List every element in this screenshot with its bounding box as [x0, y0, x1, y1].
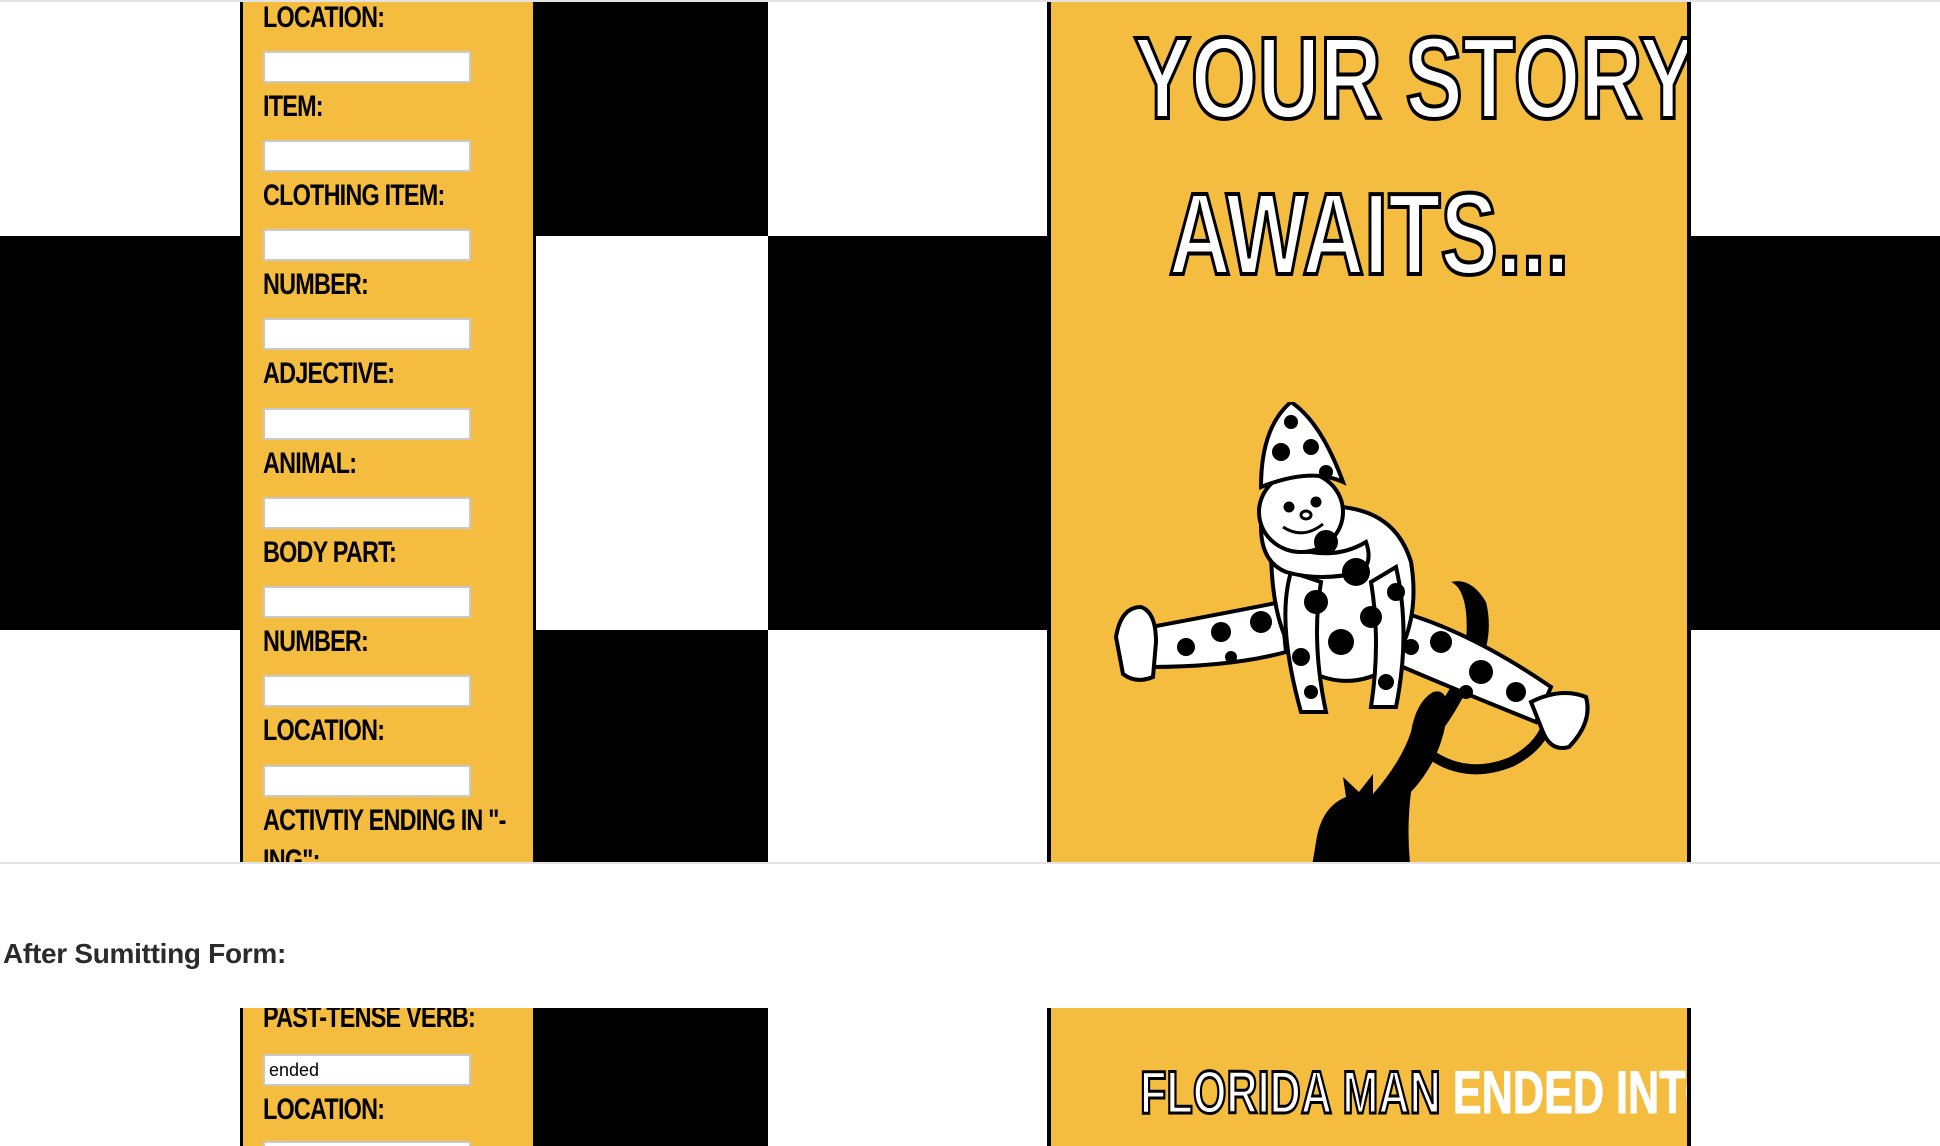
story-fixed-start: Florida Man	[1139, 1058, 1442, 1128]
checker-block	[536, 630, 768, 862]
field-label-adjective: Adjective:	[263, 357, 395, 390]
field-label-location: Location:	[263, 1093, 385, 1126]
checker-block	[768, 236, 1047, 630]
checker-block	[536, 2, 768, 236]
after-submit-screenshot: Past-Tense Verb: Location: Florida Man e…	[0, 1008, 1940, 1146]
field-label-body-part: Body Part:	[263, 536, 397, 569]
adjective-input[interactable]	[263, 408, 471, 440]
location-input[interactable]	[263, 51, 471, 83]
story-fixed-end: into a	[1616, 1059, 1687, 1127]
madlib-form-submitted: Past-Tense Verb: Location:	[240, 1008, 536, 1146]
body-part-input[interactable]	[263, 586, 471, 618]
field-label-animal: Animal:	[263, 447, 357, 480]
number-2-input[interactable]	[263, 675, 471, 707]
checker-block	[536, 1008, 768, 1146]
clothing-item-input[interactable]	[263, 229, 471, 261]
story-text-line1: Florida Man ended into a	[1139, 1058, 1687, 1128]
checker-block	[1691, 236, 1940, 630]
field-label-item: Item:	[263, 90, 324, 123]
location-2-input[interactable]	[263, 765, 471, 797]
clown-leaping-over-cat-illustration	[1113, 402, 1590, 862]
field-label-past-tense-verb: Past-Tense Verb:	[263, 1008, 476, 1034]
field-label-location-2: Location:	[263, 714, 385, 747]
madlib-form: Location: Item: Clothing Item: Number: A…	[240, 2, 536, 864]
field-label-number-2: Number:	[263, 625, 369, 658]
animal-input[interactable]	[263, 497, 471, 529]
field-label-number: Number:	[263, 268, 369, 301]
checker-block	[0, 236, 240, 630]
story-filled-word: ended	[1452, 1059, 1605, 1127]
after-submit-heading: After Sumitting Form:	[3, 938, 287, 969]
story-poster: Your Story Awaits...	[1047, 2, 1691, 862]
poster-headline-line1: Your Story	[1132, 11, 1691, 145]
past-tense-verb-input[interactable]	[263, 1054, 471, 1086]
location-input[interactable]	[263, 1141, 471, 1146]
before-submit-screenshot: Location: Item: Clothing Item: Number: A…	[0, 0, 1940, 864]
poster-headline-line2: Awaits...	[1167, 167, 1571, 301]
field-label-activity-ing: Activtiy ending in "-ing":	[263, 804, 506, 864]
item-input[interactable]	[263, 140, 471, 172]
field-label-clothing-item: Clothing Item:	[263, 179, 445, 212]
number-input[interactable]	[263, 318, 471, 350]
story-result-poster: Florida Man ended into a	[1047, 1008, 1691, 1146]
field-label-location: Location:	[263, 2, 385, 34]
